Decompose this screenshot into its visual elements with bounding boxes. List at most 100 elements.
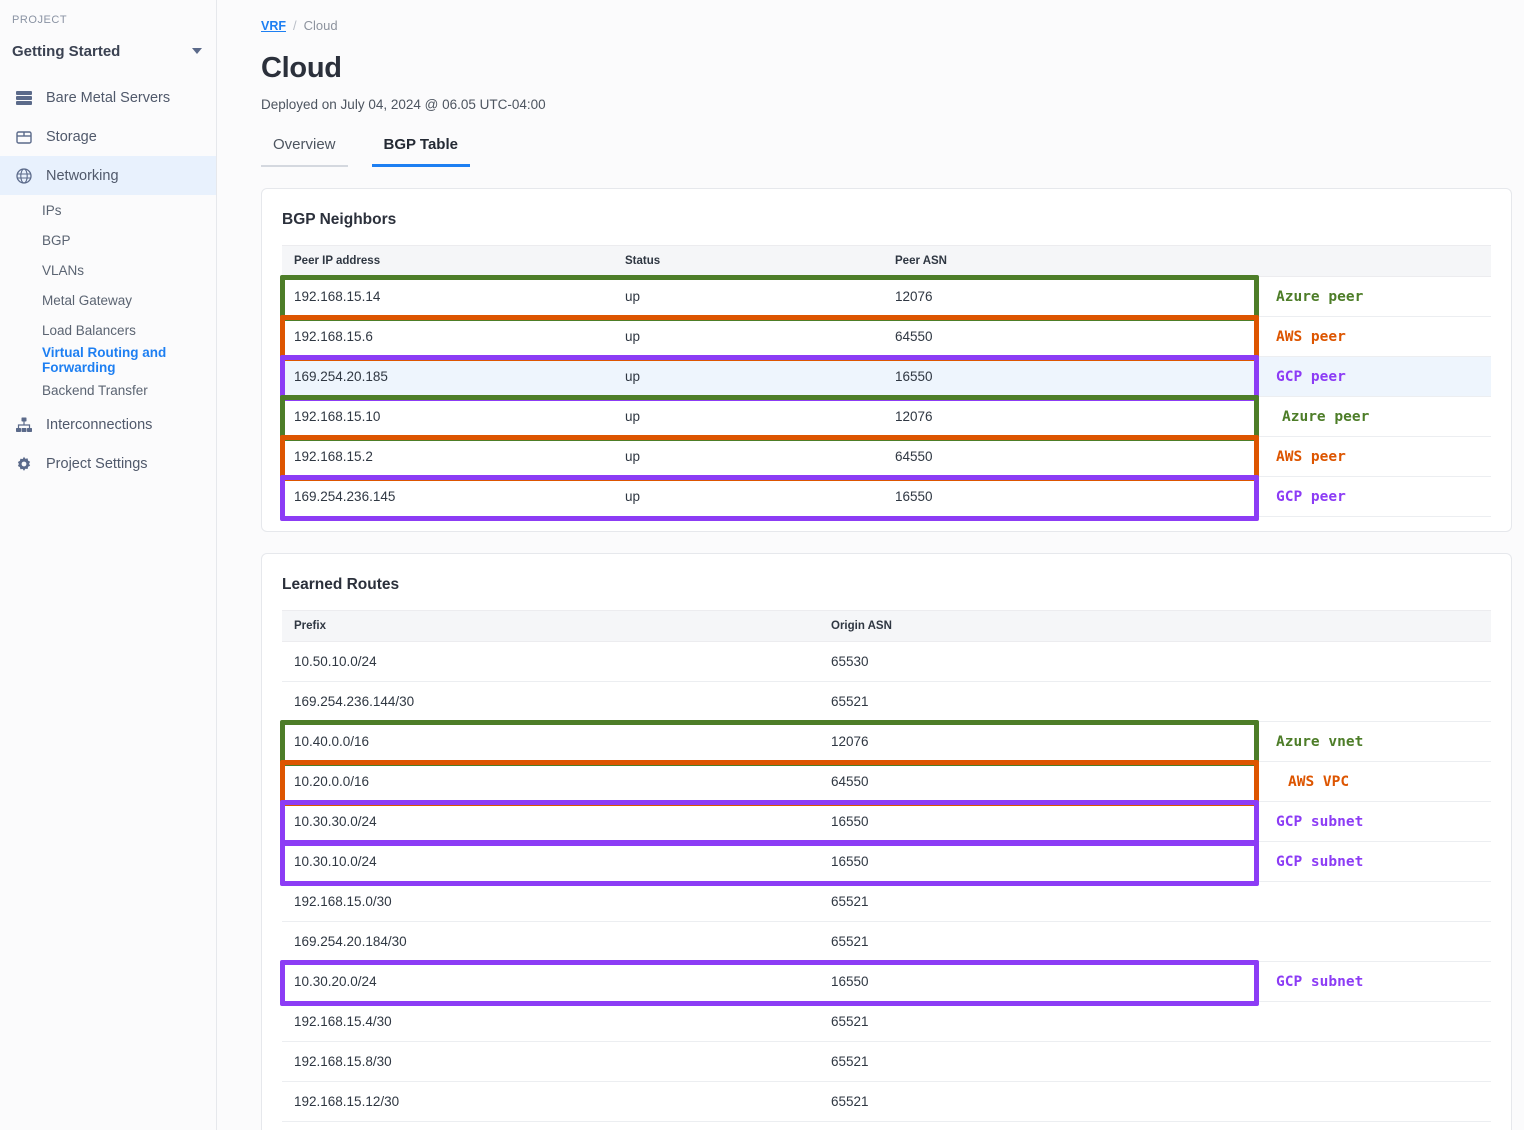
column-header-peer-ip: Peer IP address [282,245,613,277]
main-content: VRF / Cloud Cloud Deployed on July 04, 2… [217,0,1524,1130]
cell-origin-asn: 16550 [819,961,1255,1002]
table-row[interactable]: 10.20.0.0/16 64550 [282,761,1491,802]
sidebar-item-bare-metal-servers[interactable]: Bare Metal Servers [0,78,216,117]
table-row[interactable]: 10.30.20.0/24 16550 [282,961,1491,1002]
cell-note [1255,681,1491,722]
cell-origin-asn: 65521 [819,681,1255,722]
cell-prefix: 169.254.20.184/30 [282,921,819,962]
table-row[interactable]: 192.168.15.10 up 12076 [282,396,1491,437]
sidebar-subitem-label: Metal Gateway [42,292,133,308]
table-row[interactable]: 169.254.236.144/30 65521 [282,681,1491,722]
table-row[interactable]: 10.30.30.0/24 16550 [282,801,1491,842]
cell-note [1255,356,1491,397]
cell-note [1255,1041,1491,1082]
column-header-origin-asn: Origin ASN [819,610,1255,642]
sidebar-item-label: Interconnections [46,416,153,433]
cell-note [1255,396,1491,437]
cell-note [1255,881,1491,922]
cell-prefix: 10.30.20.0/24 [282,961,819,1002]
project-selector[interactable]: Getting Started [0,36,216,66]
cell-prefix: 10.30.30.0/24 [282,801,819,842]
cell-origin-asn: 65521 [819,1041,1255,1082]
cell-note [1255,921,1491,962]
table-row[interactable]: 10.50.10.0/24 65530 [282,641,1491,682]
bgp-neighbors-title: BGP Neighbors [282,211,397,228]
cell-status: up [613,356,883,397]
table-row[interactable]: 169.254.20.184/30 65521 [282,921,1491,962]
bgp-neighbors-card: BGP Neighbors Peer IP address Status Pee… [261,188,1512,532]
sidebar-subitem-load-balancers[interactable]: Load Balancers [0,315,216,345]
table-row[interactable]: 192.168.15.8/30 65521 [282,1041,1491,1082]
cell-prefix: 169.254.236.144/30 [282,681,819,722]
learned-routes-title: Learned Routes [282,576,400,593]
breadcrumb-root-link[interactable]: VRF [261,19,286,33]
cell-origin-asn: 65521 [819,1081,1255,1122]
cell-note [1255,1081,1491,1122]
project-name: Getting Started [12,42,121,60]
table-row[interactable]: 192.168.15.2 up 64550 [282,436,1491,477]
deployed-timestamp: Deployed on July 04, 2024 @ 06.05 UTC-04… [261,97,546,112]
cell-origin-asn: 64550 [819,761,1255,802]
table-head: Peer IP address Status Peer ASN [282,245,1491,277]
sidebar: PROJECT Getting Started Bare Metal Serve… [0,0,217,1130]
server-icon [14,88,34,108]
cell-origin-asn: 65521 [819,881,1255,922]
sidebar-item-label: Bare Metal Servers [46,89,171,106]
cell-note [1255,476,1491,517]
cell-note [1255,761,1491,802]
sidebar-item-storage[interactable]: Storage [0,117,216,156]
tab-bgp-table[interactable]: BGP Table [371,136,470,167]
cell-prefix: 192.168.15.8/30 [282,1041,819,1082]
table-row[interactable]: 192.168.15.14 up 12076 [282,276,1491,317]
sidebar-subitem-bgp[interactable]: BGP [0,225,216,255]
cell-note [1255,436,1491,477]
bgp-neighbors-table: Peer IP address Status Peer ASN 192.168.… [282,245,1491,517]
gear-icon [14,454,34,474]
cell-peer-asn: 12076 [883,276,1255,317]
column-header-peer-asn: Peer ASN [883,245,1255,277]
table-body: 192.168.15.14 up 12076 192.168.15.6 up 64550 1… [282,276,1491,517]
cell-status: up [613,276,883,317]
cell-note [1255,801,1491,842]
learned-routes-card: Learned Routes Prefix Origin ASN 10.50.1… [261,553,1512,1130]
cell-note [1255,276,1491,317]
sidebar-subitem-virtual-routing-and-forwarding[interactable]: Virtual Routing and Forwarding [0,345,216,375]
breadcrumb: VRF / Cloud [261,18,1512,33]
table-row[interactable]: 169.254.236.145 up 16550 [282,476,1491,517]
table-row[interactable]: 10.40.0.0/16 12076 [282,721,1491,762]
column-header-note [1255,245,1491,277]
sidebar-item-label: Storage [46,128,97,145]
tab-overview[interactable]: Overview [261,136,348,167]
sidebar-subitem-label: Load Balancers [42,322,136,338]
sidebar-item-interconnections[interactable]: Interconnections [0,405,216,444]
app-root: PROJECT Getting Started Bare Metal Serve… [0,0,1524,1130]
cell-prefix: 192.168.15.12/30 [282,1081,819,1122]
cell-peer-ip: 169.254.236.145 [282,476,613,517]
cell-status: up [613,436,883,477]
cell-peer-asn: 16550 [883,356,1255,397]
cell-note [1255,316,1491,357]
sidebar-subitem-metal-gateway[interactable]: Metal Gateway [0,285,216,315]
sidebar-subitem-vlans[interactable]: VLANs [0,255,216,285]
table-row[interactable]: 192.168.15.6 up 64550 [282,316,1491,357]
cell-prefix: 192.168.15.0/30 [282,881,819,922]
breadcrumb-current: Cloud [303,18,338,33]
sidebar-subitem-ips[interactable]: IPs [0,195,216,225]
table-row[interactable]: 10.30.10.0/24 16550 [282,841,1491,882]
cell-origin-asn: 65521 [819,1001,1255,1042]
cell-origin-asn: 65521 [819,921,1255,962]
sidebar-subitem-backend-transfer[interactable]: Backend Transfer [0,375,216,405]
table-row[interactable]: 169.254.20.185 up 16550 [282,356,1491,397]
chevron-down-icon [192,48,202,54]
table-row[interactable]: 192.168.15.0/30 65521 [282,881,1491,922]
table-row[interactable]: 192.168.15.4/30 65521 [282,1001,1491,1042]
sidebar-item-label: Networking [46,167,119,184]
cell-note [1255,721,1491,762]
table-row[interactable]: 192.168.15.12/30 65521 [282,1081,1491,1122]
sidebar-item-project-settings[interactable]: Project Settings [0,444,216,483]
cell-peer-asn: 64550 [883,316,1255,357]
sidebar-item-networking[interactable]: Networking [0,156,216,195]
sidebar-subitem-label: Virtual Routing and Forwarding [42,345,167,375]
cell-prefix: 192.168.15.4/30 [282,1001,819,1042]
cell-origin-asn: 16550 [819,801,1255,842]
